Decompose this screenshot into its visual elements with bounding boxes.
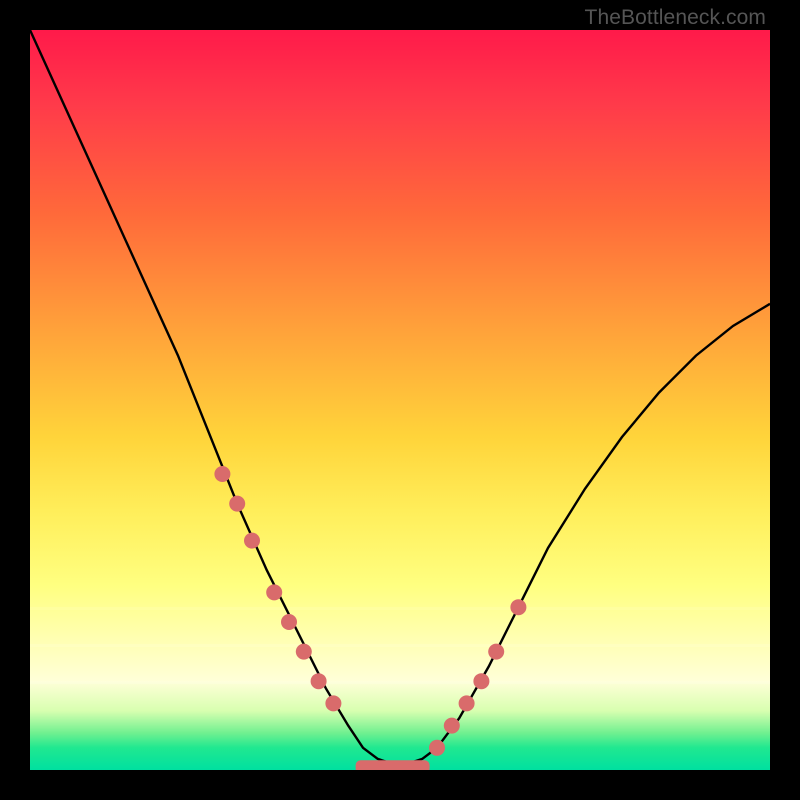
- marker-dot: [510, 599, 526, 615]
- marker-dot: [244, 533, 260, 549]
- marker-dot: [325, 695, 341, 711]
- marker-dot: [214, 466, 230, 482]
- curve-line: [30, 30, 770, 766]
- marker-dot: [488, 644, 504, 660]
- marker-dot: [229, 496, 245, 512]
- marker-dot: [473, 673, 489, 689]
- marker-dot: [429, 740, 445, 756]
- marker-dot: [444, 718, 460, 734]
- marker-dot: [281, 614, 297, 630]
- marker-dot: [266, 584, 282, 600]
- attribution-text: TheBottleneck.com: [585, 6, 766, 30]
- bottleneck-curve: [30, 30, 770, 770]
- markers-left: [214, 466, 341, 711]
- marker-dot: [459, 695, 475, 711]
- flat-segment: [356, 760, 430, 770]
- marker-dot: [296, 644, 312, 660]
- marker-dot: [311, 673, 327, 689]
